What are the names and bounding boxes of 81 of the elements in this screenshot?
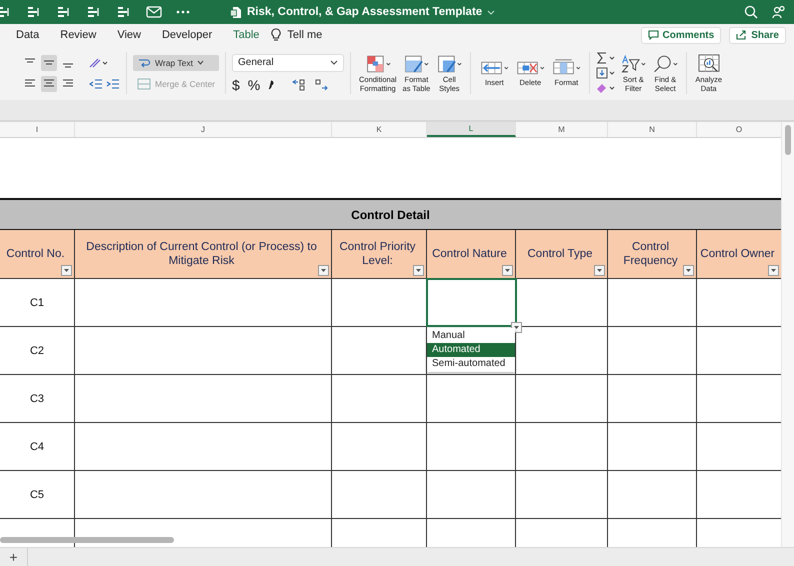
fill-icon[interactable] [596, 67, 616, 79]
eraser-icon[interactable] [596, 82, 616, 94]
table-cell: C2 [0, 327, 75, 374]
table-cell: C3 [0, 375, 75, 422]
column-header[interactable]: I [0, 122, 75, 137]
align-button[interactable] [41, 54, 57, 70]
table-header-cell: Control Priority Level: [332, 230, 427, 278]
increase-decimal-icon[interactable] [292, 78, 306, 90]
table-header-cell: Control Type [516, 230, 608, 278]
orientation-icon[interactable] [89, 56, 109, 68]
align-icon [43, 78, 55, 88]
search-icon[interactable] [744, 5, 758, 19]
filter-dropdown-icon[interactable] [768, 265, 779, 276]
column-header[interactable]: M [516, 122, 608, 137]
wrap-text-button[interactable]: Wrap Text [133, 54, 219, 70]
decrease-decimal-icon[interactable] [314, 78, 328, 90]
ribbon-tab[interactable]: Developer [162, 29, 212, 41]
magnifier-icon [652, 54, 678, 74]
caret-icon [330, 60, 338, 65]
align-button[interactable] [41, 76, 57, 92]
speech-bubble-icon [648, 30, 659, 40]
decrease-indent-icon[interactable] [89, 78, 103, 88]
filter-dropdown-icon[interactable] [683, 265, 694, 276]
table-cell: C1 [0, 279, 75, 326]
share-button[interactable]: Share [729, 26, 786, 44]
table-header-cell: Control Frequency [608, 230, 697, 278]
table-cell: C4 [0, 423, 75, 470]
filter-dropdown-icon[interactable] [502, 265, 513, 276]
comments-button[interactable]: Comments [640, 26, 722, 44]
dropdown-option[interactable]: Manual [427, 329, 515, 343]
cell-style-icon [364, 54, 391, 74]
horizontal-scrollbar[interactable] [0, 537, 174, 543]
table-header-cell: Description of Current Control (or Process) to Mitigate Risk [75, 230, 332, 278]
table-header-cell: Control Nature [427, 230, 516, 278]
people-icon[interactable] [772, 5, 786, 19]
vertical-scrollbar[interactable] [785, 125, 791, 155]
table-grid-icon [551, 59, 582, 77]
ribbon-tab[interactable]: Data [16, 29, 40, 41]
more-icon[interactable] [176, 10, 190, 14]
merge-cells-icon [137, 78, 151, 90]
document-icon [230, 6, 242, 18]
sort-filter-icon [620, 54, 646, 74]
window-title: Risk, Control, & Gap Assessment Template [247, 6, 482, 18]
cell-style-icon [436, 54, 462, 74]
lightbulb-icon [271, 28, 282, 42]
cell-style-icon [403, 54, 430, 74]
add-sheet-button[interactable]: + [0, 548, 28, 566]
ribbon-tab[interactable]: Table [233, 29, 260, 41]
align-icon [24, 78, 36, 88]
caret-icon [196, 60, 204, 65]
number-style-button[interactable]: % [248, 76, 260, 92]
filter-dropdown-icon[interactable] [61, 265, 72, 276]
chart-magnifier-icon [696, 54, 721, 74]
section-title: Control Detail [351, 208, 430, 222]
dropdown-option[interactable]: Automated [427, 343, 515, 357]
number-style-button[interactable]: $ [232, 76, 240, 92]
share-icon [736, 30, 748, 40]
sum-icon[interactable] [596, 52, 616, 64]
column-header[interactable]: J [75, 122, 332, 137]
caret-icon[interactable] [487, 10, 496, 14]
increase-indent-icon[interactable] [106, 78, 120, 88]
table-header-cell: Control No. [0, 230, 75, 278]
dropdown-option[interactable]: Semi-automated [427, 357, 515, 371]
ribbon-tab[interactable]: Review [60, 29, 96, 41]
column-header[interactable]: L [427, 122, 516, 137]
table-header-cell: Control Owner [697, 230, 782, 278]
align-icon [43, 58, 55, 68]
align-icon [62, 78, 74, 88]
table-grid-icon [515, 59, 546, 77]
filter-dropdown-icon[interactable] [413, 265, 424, 276]
toolbar-icon[interactable] [146, 5, 162, 19]
tell-me-label[interactable]: Tell me [287, 29, 322, 41]
column-header[interactable]: N [608, 122, 697, 137]
table-grid-icon [479, 59, 510, 77]
ribbon-tab[interactable]: View [117, 29, 141, 41]
filter-dropdown-icon[interactable] [594, 265, 605, 276]
filter-dropdown-icon[interactable] [318, 265, 329, 276]
comma-style-icon[interactable] [268, 80, 274, 90]
number-format-dropdown[interactable]: General [232, 54, 344, 72]
wrap-icon [137, 56, 151, 68]
table-cell: C5 [0, 471, 75, 518]
